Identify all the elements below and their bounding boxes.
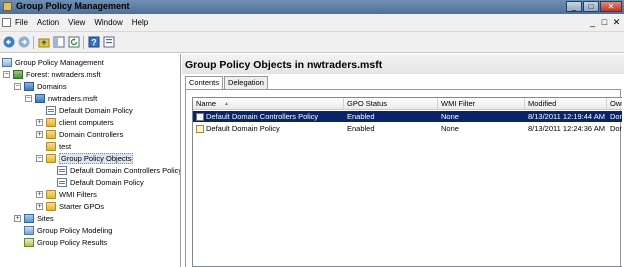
window-controls: _ □ ✕	[566, 1, 622, 12]
domains-icon	[24, 82, 34, 91]
console-icon[interactable]	[2, 18, 11, 27]
collapse-icon[interactable]: −	[14, 83, 21, 90]
tab-content-area: Name▲ GPO Status WMI Filter Modified Own…	[185, 90, 622, 267]
column-header-name[interactable]: Name ▲	[193, 98, 344, 110]
help-icon[interactable]: ?	[88, 36, 100, 48]
row-status: Enabled	[347, 124, 375, 133]
ou-folder-icon	[46, 118, 56, 127]
mdi-minimize-button[interactable]: _	[588, 17, 597, 28]
tab-delegation[interactable]: Delegation	[224, 76, 268, 89]
collapse-icon[interactable]: −	[3, 71, 10, 78]
gpo-icon	[196, 125, 204, 134]
group-policy-management-icon	[2, 58, 12, 67]
column-header-gpo-status[interactable]: GPO Status	[344, 98, 438, 110]
tree-item-sites[interactable]: + Sites	[14, 213, 54, 224]
tree-item-default-domain-policy-link[interactable]: Default Domain Policy	[36, 105, 133, 116]
row-name: Default Domain Policy	[206, 124, 280, 133]
details-tabs: Contents Delegation	[185, 76, 269, 90]
row-modified: 8/13/2011 12:19:44 AM	[528, 112, 606, 121]
menu-help[interactable]: Help	[132, 18, 148, 27]
tab-contents[interactable]: Contents	[185, 76, 224, 90]
expand-icon[interactable]: +	[36, 131, 43, 138]
expand-icon[interactable]: +	[36, 191, 43, 198]
gpo-container-icon	[46, 154, 56, 163]
menu-file[interactable]: File	[15, 18, 28, 27]
row-modified: 8/13/2011 12:24:36 AM	[528, 124, 606, 133]
forward-arrow-icon[interactable]	[18, 36, 30, 48]
ou-folder-icon	[46, 142, 56, 151]
back-arrow-icon[interactable]	[3, 36, 15, 48]
properties-icon[interactable]	[103, 36, 115, 48]
tree-item-root[interactable]: Group Policy Management	[2, 57, 104, 68]
column-header-wmi-filter[interactable]: WMI Filter	[438, 98, 525, 110]
folder-icon	[46, 202, 56, 211]
tree-item-test[interactable]: test	[36, 141, 71, 152]
row-wmi-filter: None	[441, 112, 459, 121]
results-icon	[24, 238, 34, 247]
tree-item-wmi-filters[interactable]: + WMI Filters	[36, 189, 97, 200]
tree-item-forest[interactable]: − Forest: nwtraders.msft	[3, 69, 101, 80]
gpo-icon	[196, 113, 204, 122]
close-button[interactable]: ✕	[600, 1, 622, 12]
details-title: Group Policy Objects in nwtraders.msft	[185, 59, 383, 71]
row-owner: Domai	[610, 124, 622, 133]
tree-item-gpo-default-dc-policy[interactable]: Default Domain Controllers Policy	[47, 165, 180, 176]
tree-item-domain-controllers[interactable]: + Domain Controllers	[36, 129, 123, 140]
column-header-modified[interactable]: Modified	[525, 98, 607, 110]
folder-up-icon[interactable]	[38, 36, 50, 48]
tree-item-domains[interactable]: − Domains	[14, 81, 67, 92]
refresh-icon[interactable]	[68, 36, 80, 48]
tree-item-domain[interactable]: − nwtraders.msft	[25, 93, 97, 104]
tree-item-gpo-default-domain-policy[interactable]: Default Domain Policy	[47, 177, 144, 188]
minimize-button[interactable]: _	[566, 1, 582, 12]
folder-icon	[46, 190, 56, 199]
column-header-owner[interactable]: Owner	[607, 98, 622, 110]
expand-icon[interactable]: +	[36, 119, 43, 126]
toolbar: ?	[0, 32, 624, 53]
mdi-restore-button[interactable]: □	[600, 17, 609, 28]
collapse-icon[interactable]: −	[36, 155, 43, 162]
row-status: Enabled	[347, 112, 375, 121]
menu-action[interactable]: Action	[37, 18, 59, 27]
maximize-button[interactable]: □	[583, 1, 599, 12]
menu-window[interactable]: Window	[94, 18, 122, 27]
gpo-icon	[57, 166, 67, 175]
menu-bar: File Action View Window Help _ □ ✕	[0, 14, 624, 32]
expand-icon[interactable]: +	[36, 203, 43, 210]
list-header: Name▲ GPO Status WMI Filter Modified Own…	[193, 98, 622, 110]
tree-item-group-policy-objects[interactable]: − Group Policy Objects	[36, 153, 134, 164]
domain-icon	[35, 94, 45, 103]
gpo-link-icon	[46, 106, 56, 115]
row-wmi-filter: None	[441, 124, 459, 133]
tree-item-group-policy-modeling[interactable]: Group Policy Modeling	[14, 225, 112, 236]
tree-item-starter-gpos[interactable]: + Starter GPOs	[36, 201, 104, 212]
ou-folder-icon	[46, 130, 56, 139]
tree-item-client-computers[interactable]: + client computers	[36, 117, 114, 128]
sites-icon	[24, 214, 34, 223]
menu-view[interactable]: View	[68, 18, 85, 27]
tree-item-group-policy-results[interactable]: Group Policy Results	[14, 237, 107, 248]
collapse-icon[interactable]: −	[25, 95, 32, 102]
gpo-icon	[57, 178, 67, 187]
details-pane: Group Policy Objects in nwtraders.msft C…	[182, 54, 624, 267]
forest-icon	[13, 70, 23, 79]
table-row[interactable]: Default Domain Controllers Policy Enable…	[193, 111, 622, 122]
row-owner: Domai	[610, 112, 622, 121]
modeling-icon	[24, 226, 34, 235]
window-title: Group Policy Management	[16, 1, 130, 11]
table-row[interactable]: Default Domain Policy Enabled None 8/13/…	[193, 123, 622, 134]
app-icon	[3, 2, 12, 11]
svg-text:?: ?	[91, 38, 97, 48]
gpo-list: Name▲ GPO Status WMI Filter Modified Own…	[192, 97, 622, 267]
row-name: Default Domain Controllers Policy	[206, 112, 319, 121]
title-bar: Group Policy Management _ □ ✕	[0, 0, 624, 14]
navigation-tree: Group Policy Management − Forest: nwtrad…	[0, 54, 181, 267]
mdi-close-button[interactable]: ✕	[612, 17, 621, 28]
sort-ascending-icon: ▲	[224, 101, 229, 108]
show-hide-tree-icon[interactable]	[53, 36, 65, 48]
expand-icon[interactable]: +	[14, 215, 21, 222]
